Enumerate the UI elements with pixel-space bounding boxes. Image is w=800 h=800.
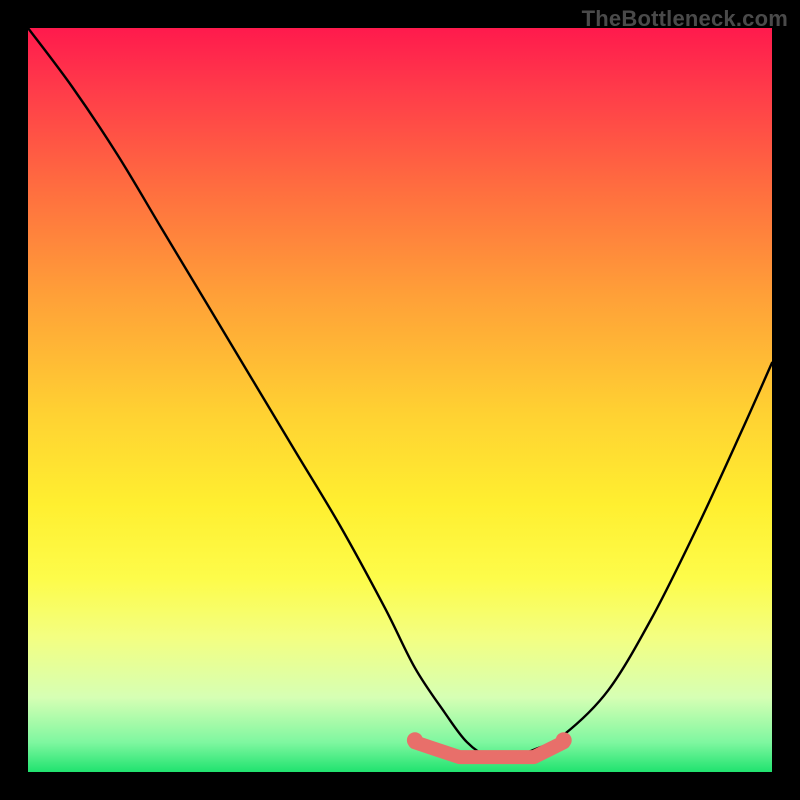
chart-overlay bbox=[28, 28, 772, 772]
baseline-dot-right bbox=[556, 732, 572, 748]
baseline-stroke bbox=[415, 742, 564, 757]
chart-frame: TheBottleneck.com bbox=[0, 0, 800, 800]
baseline-dot-left bbox=[407, 732, 423, 748]
watermark-text: TheBottleneck.com bbox=[582, 6, 788, 32]
chart-curve bbox=[28, 28, 772, 759]
baseline-markers bbox=[407, 732, 572, 757]
